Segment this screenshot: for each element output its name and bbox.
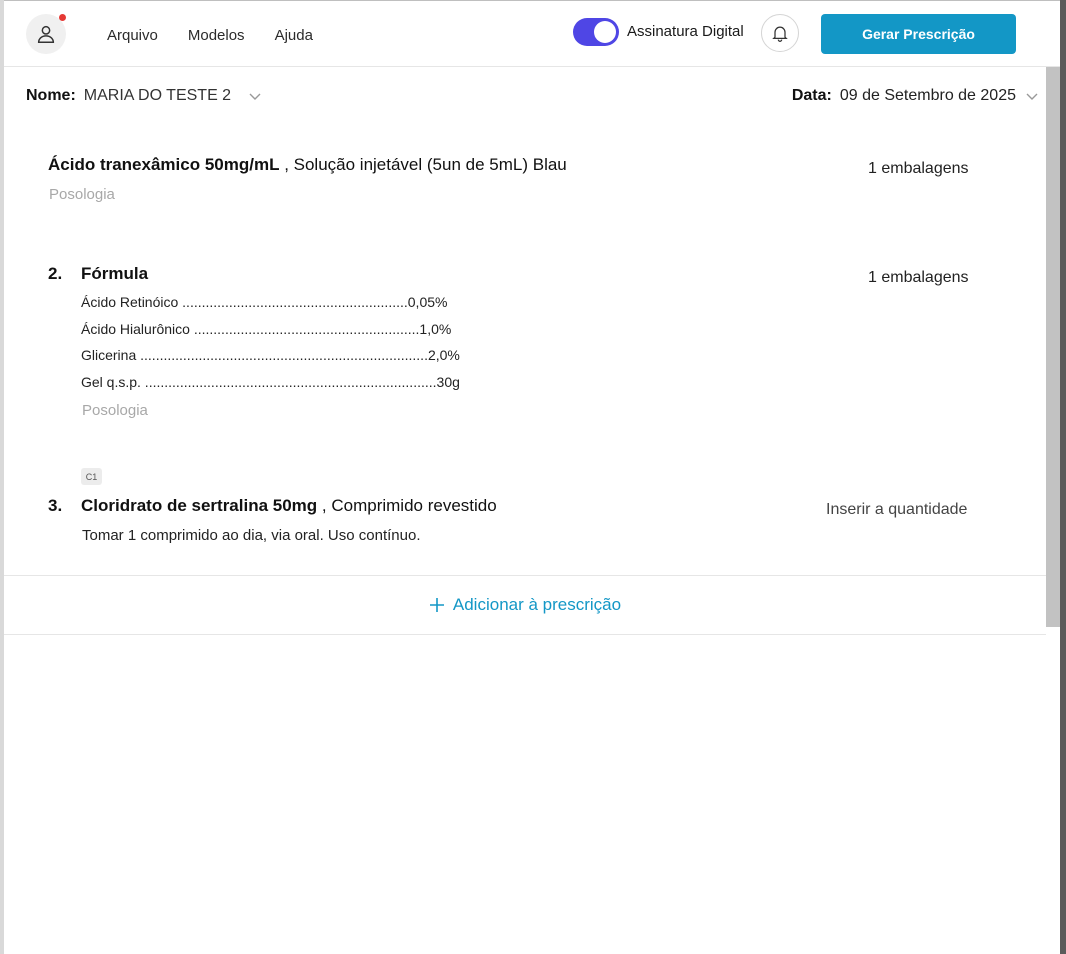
notifications-button[interactable] [761, 14, 799, 52]
formula-line: Glicerina ..............................… [81, 347, 460, 363]
scrollbar-thumb[interactable] [1046, 67, 1060, 627]
controlled-list-badge: C1 [81, 468, 102, 485]
formula-components: Ácido Retinóico ........................… [81, 294, 460, 400]
digital-signature-label: Assinatura Digital [627, 23, 744, 40]
menu-modelos[interactable]: Modelos [188, 27, 245, 44]
menu-ajuda[interactable]: Ajuda [275, 27, 313, 44]
bell-icon [772, 26, 788, 42]
item-3-quantity-input[interactable]: Inserir a quantidade [826, 501, 967, 519]
name-label: Nome: [26, 87, 76, 104]
item-2-number: 2. [48, 264, 63, 283]
main-menu: Arquivo Modelos Ajuda [107, 27, 313, 44]
notification-dot [59, 14, 66, 21]
item-1-presentation: , Solução injetável (5un de 5mL) Blau [279, 155, 567, 174]
formula-line: Ácido Hialurônico ......................… [81, 320, 452, 337]
chevron-down-icon [1026, 93, 1038, 100]
prescription-date-selector[interactable]: Data: 09 de Setembro de 2025 [792, 87, 1040, 105]
patient-name-value: MARIA DO TESTE 2 [83, 87, 232, 104]
date-value: 09 de Setembro de 2025 [839, 87, 1016, 104]
generate-prescription-button[interactable]: Gerar Prescrição [821, 14, 1016, 54]
window-right-border [1060, 0, 1066, 954]
item-3-instructions[interactable]: Tomar 1 comprimido ao dia, via oral. Uso… [82, 527, 421, 544]
digital-signature-toggle[interactable] [573, 18, 619, 46]
item-1-quantity[interactable]: 1 embalagens [868, 160, 969, 178]
plus-icon [429, 598, 444, 612]
item-1-title[interactable]: Ácido tranexâmico 50mg/mL , Solução inje… [48, 155, 567, 175]
date-label: Data: [791, 87, 832, 104]
item-2-posology-field[interactable]: Posologia [82, 402, 148, 419]
item-1-posology-field[interactable]: Posologia [49, 186, 115, 203]
window-left-border [0, 0, 4, 954]
toggle-knob [594, 21, 616, 43]
menu-arquivo[interactable]: Arquivo [107, 27, 158, 44]
formula-line: Gel q.s.p. .............................… [81, 373, 460, 390]
item-2-quantity[interactable]: 1 embalagens [868, 269, 969, 287]
item-3-number: 3. [48, 496, 63, 515]
user-icon [37, 25, 55, 43]
top-bar: Arquivo Modelos Ajuda Assinatura Digital… [4, 1, 1060, 67]
patient-name-selector[interactable]: Nome: MARIA DO TESTE 2 [26, 87, 263, 105]
item-3-presentation: , Comprimido revestido [317, 496, 497, 515]
chevron-down-icon [249, 93, 261, 100]
add-to-prescription-button[interactable]: Adicionar à prescrição [4, 575, 1046, 635]
item-3-title[interactable]: Cloridrato de sertralina 50mg , Comprimi… [81, 496, 497, 516]
item-2-title[interactable]: Fórmula [81, 264, 148, 284]
add-to-prescription-label: Adicionar à prescrição [452, 595, 622, 614]
user-avatar-button[interactable] [26, 14, 66, 54]
item-1-drug-name: Ácido tranexâmico 50mg/mL [48, 155, 280, 174]
item-3-drug-name: Cloridrato de sertralina 50mg [81, 496, 318, 515]
formula-line: Ácido Retinóico ........................… [81, 294, 448, 310]
